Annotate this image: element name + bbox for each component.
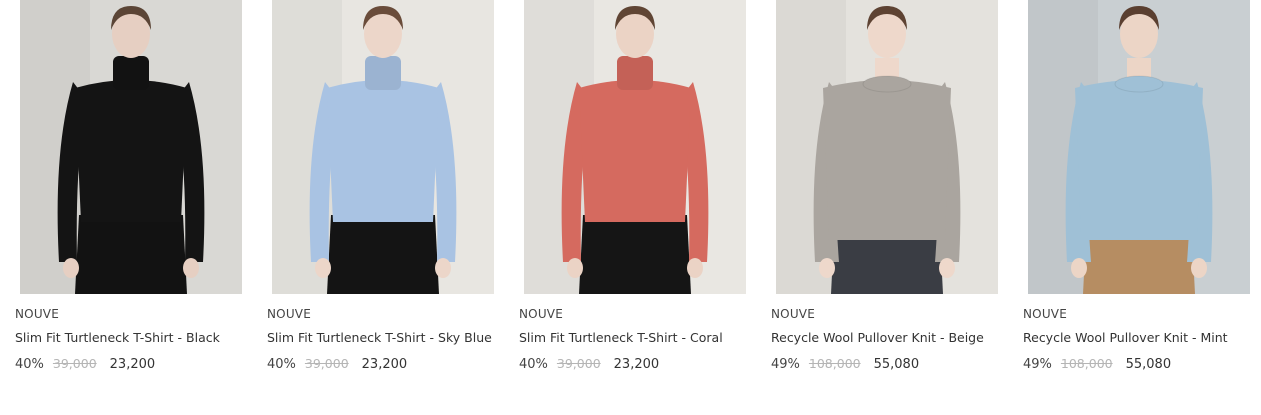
product-name[interactable]: Slim Fit Turtleneck T-Shirt - Sky Blue: [267, 328, 492, 347]
product-image[interactable]: [776, 0, 998, 294]
model-illustration: [1028, 0, 1250, 294]
product-brand[interactable]: NOUVE: [1023, 307, 1255, 322]
discount-rate: 49%: [771, 357, 800, 372]
original-price: 39,000: [304, 356, 349, 371]
original-price: 39,000: [556, 356, 601, 371]
product-brand[interactable]: NOUVE: [771, 307, 1003, 322]
price-row: 40% 39,000 23,200: [519, 356, 751, 373]
original-price: 39,000: [52, 356, 97, 371]
product-name[interactable]: Slim Fit Turtleneck T-Shirt - Coral: [519, 328, 744, 347]
model-illustration: [20, 0, 242, 294]
product-card[interactable]: NOUVE Recycle Wool Pullover Knit - Mint …: [1023, 0, 1255, 373]
product-name[interactable]: Recycle Wool Pullover Knit - Mint: [1023, 328, 1248, 347]
price-row: 49% 108,000 55,080: [1023, 356, 1255, 373]
sale-price: 55,080: [1125, 357, 1172, 372]
product-brand[interactable]: NOUVE: [15, 307, 247, 322]
product-brand[interactable]: NOUVE: [267, 307, 499, 322]
product-image[interactable]: [20, 0, 242, 294]
product-name[interactable]: Recycle Wool Pullover Knit - Beige: [771, 328, 996, 347]
product-card[interactable]: NOUVE Slim Fit Turtleneck T-Shirt - Blac…: [15, 0, 247, 373]
model-illustration: [272, 0, 494, 294]
product-image[interactable]: [1028, 0, 1250, 294]
original-price: 108,000: [1060, 356, 1113, 371]
sale-price: 55,080: [873, 357, 920, 372]
product-grid: NOUVE Slim Fit Turtleneck T-Shirt - Blac…: [15, 0, 1255, 415]
price-row: 40% 39,000 23,200: [15, 356, 247, 373]
original-price: 108,000: [808, 356, 861, 371]
sale-price: 23,200: [361, 357, 408, 372]
model-illustration: [524, 0, 746, 294]
price-row: 49% 108,000 55,080: [771, 356, 1003, 373]
product-card[interactable]: NOUVE Slim Fit Turtleneck T-Shirt - Sky …: [267, 0, 499, 373]
product-image[interactable]: [524, 0, 746, 294]
discount-rate: 49%: [1023, 357, 1052, 372]
sale-price: 23,200: [109, 357, 156, 372]
discount-rate: 40%: [267, 357, 296, 372]
product-card[interactable]: NOUVE Recycle Wool Pullover Knit - Beige…: [771, 0, 1003, 373]
product-name[interactable]: Slim Fit Turtleneck T-Shirt - Black: [15, 328, 240, 347]
price-row: 40% 39,000 23,200: [267, 356, 499, 373]
model-illustration: [776, 0, 998, 294]
discount-rate: 40%: [519, 357, 548, 372]
sale-price: 23,200: [613, 357, 660, 372]
product-image[interactable]: [272, 0, 494, 294]
product-card[interactable]: NOUVE Slim Fit Turtleneck T-Shirt - Cora…: [519, 0, 751, 373]
discount-rate: 40%: [15, 357, 44, 372]
product-brand[interactable]: NOUVE: [519, 307, 751, 322]
